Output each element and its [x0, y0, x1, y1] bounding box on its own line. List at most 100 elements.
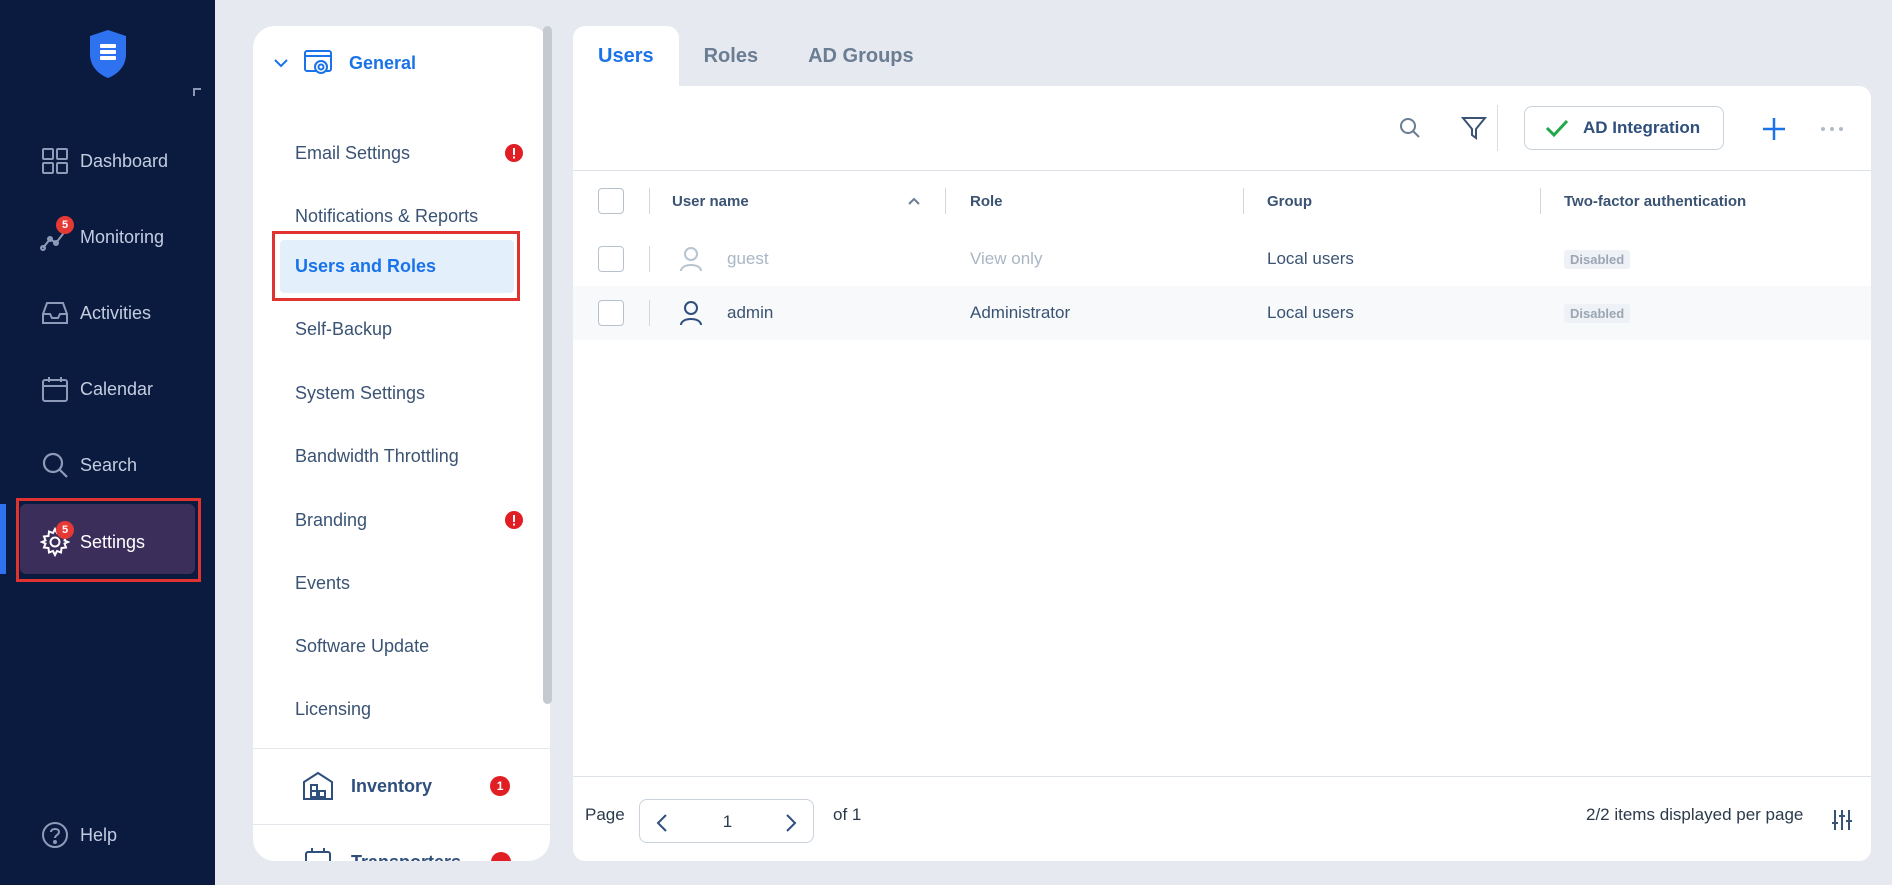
submenu-label: System Settings — [295, 382, 426, 403]
nav-item-activities[interactable]: Activities — [0, 275, 215, 351]
submenu-scrollbar[interactable] — [543, 26, 552, 861]
select-all-checkbox[interactable] — [598, 188, 624, 214]
row-checkbox[interactable] — [598, 300, 624, 326]
nav-item-calendar[interactable]: Calendar — [0, 351, 215, 427]
section-transporters[interactable]: Transporters — [301, 846, 512, 862]
tab-users[interactable]: Users — [573, 26, 679, 86]
column-separator — [1540, 188, 1541, 214]
submenu-branding[interactable]: Branding — [295, 505, 523, 535]
nav-item-search[interactable]: Search — [0, 427, 215, 503]
toolbar: AD Integration — [573, 86, 1871, 171]
user-icon — [679, 232, 703, 286]
submenu-bandwidth-throttling[interactable]: Bandwidth Throttling — [295, 441, 459, 471]
ad-integration-button[interactable]: AD Integration — [1524, 106, 1724, 150]
monitoring-badge: 5 — [56, 216, 74, 234]
warning-icon — [505, 511, 523, 529]
nav-item-help[interactable]: Help — [0, 797, 215, 873]
calendar-icon — [40, 374, 70, 404]
divider — [253, 824, 550, 825]
submenu-label: Licensing — [295, 698, 372, 719]
search-icon[interactable] — [1398, 116, 1422, 140]
nav-item-dashboard[interactable]: Dashboard — [0, 123, 215, 199]
sort-ascending-icon[interactable] — [907, 196, 921, 206]
nav-label: Activities — [80, 302, 152, 323]
nav-item-monitoring[interactable]: 5 Monitoring — [0, 199, 215, 275]
user-group: Local users — [1267, 249, 1354, 268]
logo-icon[interactable] — [87, 28, 129, 80]
section-title: General — [349, 52, 417, 73]
section-title: Transporters — [351, 852, 461, 862]
submenu-software-update[interactable]: Software Update — [295, 631, 429, 661]
nav-label: Help — [80, 824, 118, 845]
submenu-label: Users and Roles — [295, 255, 437, 276]
scrollbar-thumb[interactable] — [543, 26, 552, 704]
submenu-label: Self-Backup — [295, 318, 393, 339]
table-header: User name Role Group Two-factor authenti… — [573, 172, 1871, 230]
settings-submenu: General Email Settings Notifications & R… — [253, 26, 550, 861]
nav-label: Monitoring — [80, 226, 165, 247]
nav-item-settings[interactable]: 5 Settings — [0, 496, 215, 588]
check-icon — [1545, 118, 1569, 138]
column-separator — [649, 300, 650, 326]
submenu-licensing[interactable]: Licensing — [295, 694, 371, 724]
status-badge: Disabled — [1564, 303, 1631, 323]
tab-ad-groups[interactable]: AD Groups — [783, 26, 939, 86]
submenu-system-settings[interactable]: System Settings — [295, 378, 425, 408]
user-name[interactable]: guest — [727, 232, 769, 286]
submenu-label: Bandwidth Throttling — [295, 445, 459, 466]
table-row[interactable]: guest View only Local users Disabled — [573, 232, 1871, 286]
column-user-name[interactable]: User name — [672, 172, 749, 230]
table-row[interactable]: admin Administrator Local users Disabled — [573, 286, 1871, 340]
submenu-self-backup[interactable]: Self-Backup — [295, 314, 392, 344]
main-nav: Dashboard 5 Monitoring Activities Calend… — [0, 0, 215, 885]
submenu-events[interactable]: Events — [295, 568, 350, 598]
submenu-label: Branding — [295, 509, 368, 530]
transporters-icon — [301, 846, 335, 861]
sliders-icon[interactable] — [1831, 809, 1853, 831]
chevron-right-icon[interactable] — [785, 813, 797, 833]
submenu-email-settings[interactable]: Email Settings — [295, 138, 523, 168]
column-two-factor[interactable]: Two-factor authentication — [1564, 172, 1746, 230]
page-stepper: 1 — [639, 799, 814, 843]
user-role: Administrator — [970, 303, 1071, 322]
divider — [253, 748, 550, 749]
more-options-icon[interactable] — [1820, 126, 1844, 132]
section-inventory[interactable]: Inventory 1 — [301, 770, 511, 802]
user-group: Local users — [1267, 303, 1354, 322]
user-name[interactable]: admin — [727, 286, 773, 340]
nav-label: Search — [80, 454, 138, 475]
column-group[interactable]: Group — [1267, 172, 1312, 230]
row-checkbox[interactable] — [598, 246, 624, 272]
inventory-badge: 1 — [490, 776, 511, 796]
page-label: Page — [585, 805, 625, 824]
nav-label: Dashboard — [80, 150, 169, 171]
settings-section-icon — [303, 48, 335, 78]
column-separator — [649, 188, 650, 214]
items-per-page-label: 2/2 items displayed per page — [1586, 805, 1804, 824]
status-badge: Disabled — [1564, 249, 1631, 269]
collapse-nav-icon[interactable] — [193, 88, 201, 96]
active-indicator — [0, 504, 6, 574]
transporters-badge — [491, 852, 512, 861]
tab-bar: Users Roles AD Groups — [573, 26, 939, 86]
monitoring-icon: 5 — [40, 216, 74, 252]
filter-icon[interactable] — [1461, 115, 1487, 141]
section-general[interactable]: General — [273, 48, 416, 78]
user-icon — [679, 286, 703, 340]
users-panel: AD Integration User name Role Group Two-… — [573, 86, 1871, 861]
user-role: View only — [970, 249, 1043, 268]
submenu-label: Software Update — [295, 635, 430, 656]
pagination-bar: Page 1 of 1 2/2 items displayed per page — [573, 776, 1871, 861]
tab-roles[interactable]: Roles — [679, 26, 783, 86]
dashboard-icon — [40, 146, 70, 176]
page-total: of 1 — [833, 805, 862, 824]
add-user-button[interactable] — [1761, 116, 1787, 142]
submenu-label: Notifications & Reports — [295, 205, 479, 226]
section-title: Inventory — [351, 775, 433, 796]
help-icon — [40, 820, 70, 850]
tfa-status: Disabled — [1564, 232, 1631, 286]
column-separator — [1243, 188, 1244, 214]
submenu-notifications-reports[interactable]: Notifications & Reports — [295, 201, 478, 231]
column-role[interactable]: Role — [970, 172, 1003, 230]
submenu-users-and-roles[interactable]: Users and Roles — [295, 251, 436, 281]
